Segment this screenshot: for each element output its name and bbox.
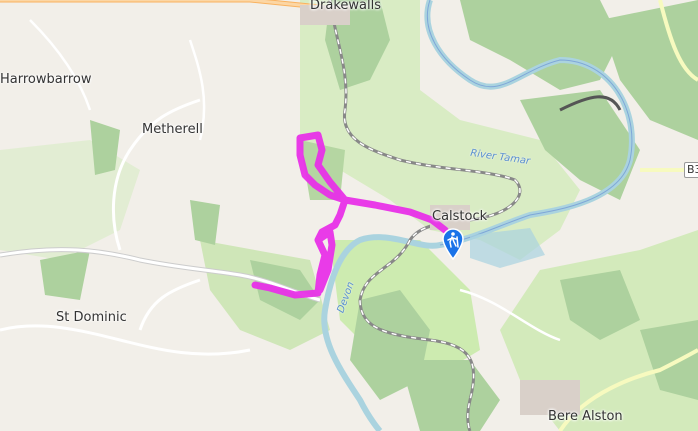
place-label-calstock: Calstock — [432, 209, 488, 224]
map-view[interactable]: Drakewalls Harrowbarrow Metherell Calsto… — [0, 0, 698, 431]
place-label-harrowbarrow: Harrowbarrow — [0, 72, 92, 87]
hiker-location-marker[interactable] — [441, 228, 465, 260]
map-canvas — [0, 0, 698, 431]
place-label-drakewalls: Drakewalls — [310, 0, 381, 13]
place-label-st-dominic: St Dominic — [56, 310, 127, 325]
place-label-bere-alston: Bere Alston — [548, 409, 623, 424]
road-ref-b3: B3 — [684, 162, 698, 178]
hiker-icon — [442, 228, 464, 260]
place-label-metherell: Metherell — [142, 122, 203, 137]
